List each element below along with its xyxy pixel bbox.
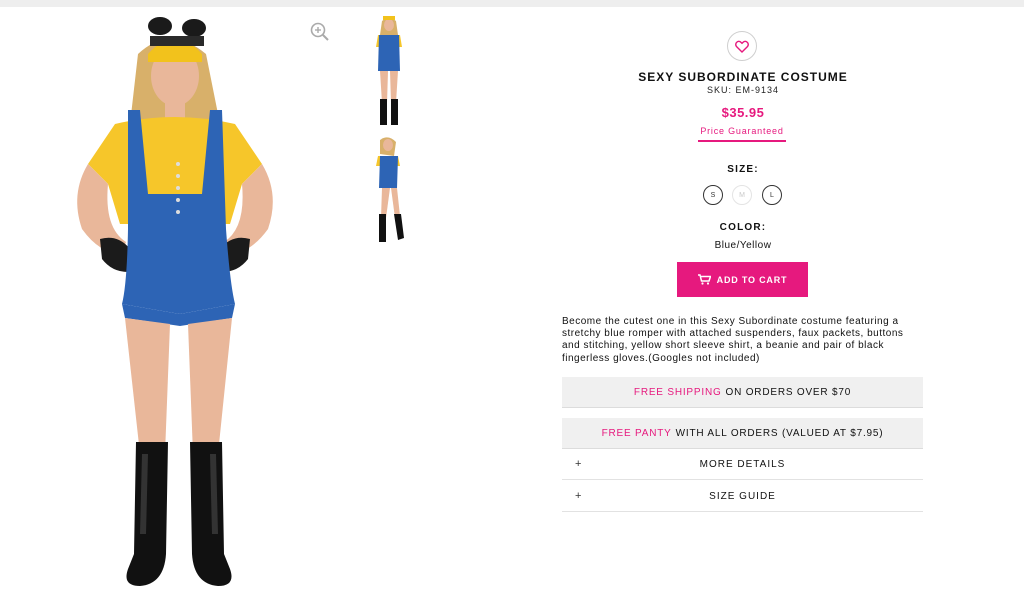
- more-details-accordion[interactable]: + MORE DETAILS: [562, 449, 923, 480]
- add-to-cart-label: ADD TO CART: [716, 274, 788, 285]
- product-sku: SKU: EM-9134: [706, 85, 780, 95]
- free-panty-highlight: FREE PANTY: [601, 427, 672, 439]
- free-shipping-text: ON ORDERS OVER $70: [725, 386, 852, 398]
- size-label: SIZE:: [727, 164, 759, 175]
- price-guarantee-link[interactable]: Price Guaranteed: [698, 126, 786, 142]
- main-product-image[interactable]: [30, 14, 330, 594]
- heart-icon: [735, 40, 749, 53]
- plus-icon: +: [575, 458, 582, 470]
- free-panty-banner: FREE PANTY WITH ALL ORDERS (VALUED AT $7…: [562, 418, 923, 449]
- size-option-s[interactable]: S: [703, 185, 723, 205]
- top-bar: [0, 0, 1024, 7]
- size-guide-accordion[interactable]: + SIZE GUIDE: [562, 481, 923, 512]
- color-label: COLOR:: [719, 222, 767, 233]
- free-panty-text: WITH ALL ORDERS (VALUED AT $7.95): [675, 427, 884, 439]
- plus-icon: +: [575, 490, 582, 502]
- add-to-cart-button[interactable]: ADD TO CART: [677, 262, 808, 297]
- free-shipping-banner: FREE SHIPPING ON ORDERS OVER $70: [562, 377, 923, 408]
- costume-front-thumbnail[interactable]: [364, 13, 414, 131]
- size-guide-label: SIZE GUIDE: [709, 490, 776, 502]
- costume-side-thumbnail[interactable]: [364, 132, 414, 250]
- size-option-l[interactable]: L: [762, 185, 782, 205]
- size-option-m[interactable]: M: [732, 185, 752, 205]
- product-description: Become the cutest one in this Sexy Subor…: [562, 316, 904, 364]
- color-value: Blue/Yellow: [714, 240, 772, 251]
- zoom-in-icon[interactable]: [309, 21, 331, 43]
- more-details-label: MORE DETAILS: [699, 458, 786, 470]
- wishlist-button[interactable]: [727, 31, 757, 61]
- cart-icon: [697, 274, 711, 285]
- product-title: SEXY SUBORDINATE COSTUME: [638, 70, 848, 84]
- product-price: $35.95: [721, 105, 765, 120]
- free-shipping-highlight: FREE SHIPPING: [633, 386, 722, 398]
